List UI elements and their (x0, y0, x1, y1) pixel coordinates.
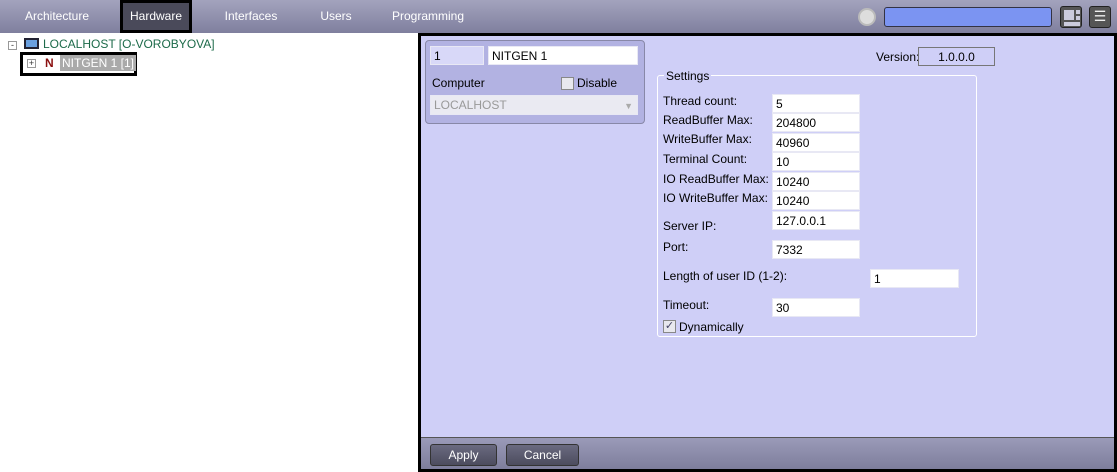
port-field[interactable]: 7332 (772, 240, 860, 259)
writebuffer-label: WriteBuffer Max: (663, 132, 752, 146)
device-id-field[interactable]: 1 (430, 46, 484, 65)
cancel-button[interactable]: Cancel (506, 444, 579, 466)
hardware-tree: - LOCALHOST [O-VOROBYOVA] + N NITGEN 1 [… (0, 33, 418, 472)
chevron-down-icon: ▼ (624, 101, 633, 111)
tree-item-nitgen[interactable]: NITGEN 1 [1] (60, 55, 137, 71)
hexagon-icon[interactable] (858, 8, 876, 26)
computer-label: Computer (432, 76, 485, 90)
top-nav-bar: Architecture Hardware Interfaces Users P… (0, 0, 1117, 33)
thread-count-label: Thread count: (663, 94, 738, 108)
readbuffer-label: ReadBuffer Max: (663, 113, 753, 127)
io-readbuffer-label: IO ReadBuffer Max: (663, 172, 769, 186)
server-ip-field[interactable]: 127.0.0.1 (772, 211, 860, 230)
tab-architecture[interactable]: Architecture (14, 0, 100, 33)
tree-root-localhost[interactable]: LOCALHOST [O-VOROBYOVA] (43, 37, 215, 51)
tab-interfaces[interactable]: Interfaces (215, 0, 287, 33)
disable-checkbox[interactable] (561, 77, 574, 90)
disable-label: Disable (577, 76, 618, 90)
apply-button[interactable]: Apply (430, 444, 497, 466)
expand-icon[interactable]: + (27, 59, 36, 68)
layout-grid-icon[interactable] (1060, 6, 1082, 28)
computer-icon (24, 38, 39, 49)
io-writebuffer-field[interactable]: 10240 (772, 191, 860, 210)
dynamically-checkbox[interactable]: ✓ (663, 320, 676, 333)
user-id-length-label: Length of user ID (1-2): (663, 269, 788, 283)
nitgen-icon: N (45, 56, 54, 70)
menu-icon[interactable]: ☰ (1089, 6, 1111, 28)
tab-hardware[interactable]: Hardware (120, 0, 192, 33)
version-value: 1.0.0.0 (918, 47, 995, 66)
timeout-field[interactable]: 30 (772, 298, 860, 317)
settings-title: Settings (664, 69, 712, 83)
terminal-count-label: Terminal Count: (663, 152, 748, 166)
version-label: Version: (876, 50, 920, 64)
timeout-label: Timeout: (663, 298, 710, 312)
server-ip-label: Server IP: (663, 219, 717, 233)
thread-count-field[interactable]: 5 (772, 94, 860, 113)
dynamically-label: Dynamically (679, 320, 744, 334)
io-readbuffer-field[interactable]: 10240 (772, 172, 860, 191)
tab-users[interactable]: Users (306, 0, 366, 33)
search-input[interactable] (884, 7, 1052, 27)
writebuffer-field[interactable]: 40960 (772, 133, 860, 152)
port-label: Port: (663, 240, 689, 254)
device-name-field[interactable]: NITGEN 1 (488, 46, 638, 65)
terminal-count-field[interactable]: 10 (772, 152, 860, 171)
readbuffer-field[interactable]: 204800 (772, 113, 860, 132)
io-writebuffer-label: IO WriteBuffer Max: (663, 191, 768, 205)
computer-select[interactable]: LOCALHOST ▼ (430, 95, 638, 115)
tab-programming[interactable]: Programming (385, 0, 471, 33)
user-id-length-field[interactable]: 1 (870, 269, 959, 288)
computer-value: LOCALHOST (434, 98, 507, 112)
collapse-icon[interactable]: - (8, 41, 17, 50)
